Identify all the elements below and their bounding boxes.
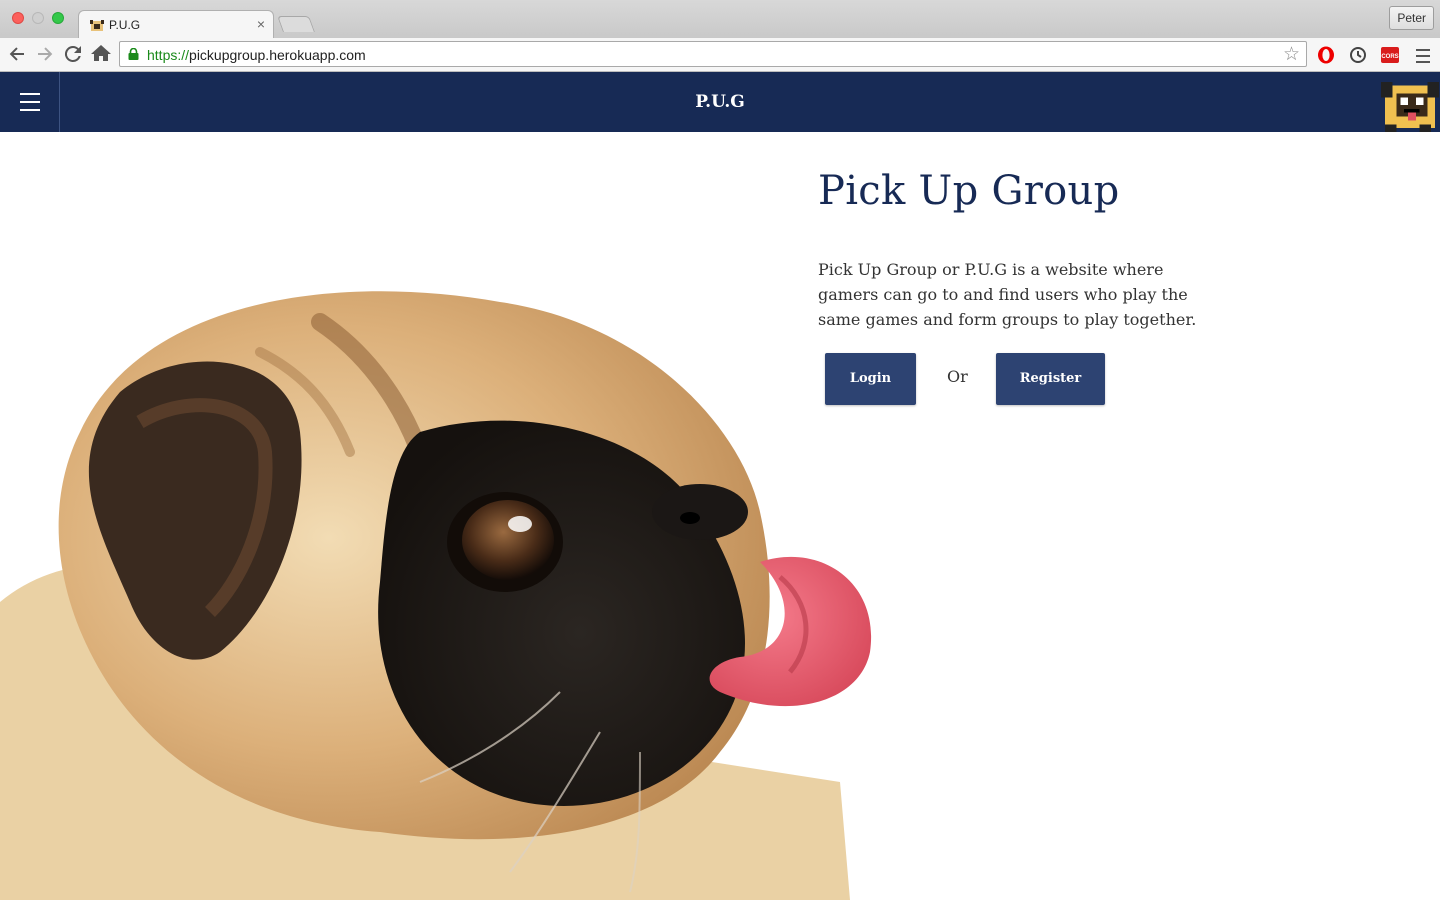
lock-icon <box>128 48 139 60</box>
browser-toolbar: https://pickupgroup.herokuapp.com ☆ CORS <box>0 38 1440 72</box>
bookmark-star-icon[interactable]: ☆ <box>1283 43 1300 66</box>
tab-title: P.U.G <box>109 18 141 32</box>
register-button[interactable]: Register <box>996 353 1105 405</box>
or-separator: Or <box>947 367 968 386</box>
window-maximize-button[interactable] <box>52 12 64 24</box>
reload-icon[interactable] <box>61 42 85 66</box>
opera-icon[interactable] <box>1316 45 1336 65</box>
back-arrow-icon[interactable] <box>5 42 29 66</box>
auth-actions: Login Or Register <box>818 353 1418 405</box>
site-navbar: P.U.G <box>0 72 1440 132</box>
url-text: https://pickupgroup.herokuapp.com <box>147 47 366 63</box>
site-brand: P.U.G <box>695 92 745 112</box>
window-minimize-button[interactable] <box>32 12 44 24</box>
svg-text:CORS: CORS <box>1381 54 1398 60</box>
sync-icon[interactable] <box>1348 45 1368 65</box>
tab-close-icon[interactable]: × <box>257 16 265 32</box>
pixel-pug-logo[interactable] <box>1380 78 1440 132</box>
intro-section: Pick Up Group Pick Up Group or P.U.G is … <box>818 168 1418 405</box>
browser-title-bar: P.U.G × Peter <box>0 0 1440 38</box>
browser-tab[interactable]: P.U.G × <box>78 10 274 38</box>
address-bar[interactable]: https://pickupgroup.herokuapp.com ☆ <box>119 41 1307 67</box>
browser-menu-icon[interactable] <box>1416 45 1430 65</box>
forward-arrow-icon[interactable] <box>33 42 57 66</box>
login-button[interactable]: Login <box>825 353 916 405</box>
profile-button[interactable]: Peter <box>1389 6 1434 30</box>
site-description: Pick Up Group or P.U.G is a website wher… <box>818 260 1197 329</box>
page-title: Pick Up Group <box>818 168 1120 214</box>
cors-icon[interactable]: CORS <box>1380 45 1400 65</box>
home-icon[interactable] <box>89 42 113 66</box>
pug-favicon-icon <box>90 20 104 31</box>
window-close-button[interactable] <box>12 12 24 24</box>
hamburger-menu-icon[interactable] <box>0 72 60 132</box>
new-tab-button[interactable] <box>277 16 315 32</box>
